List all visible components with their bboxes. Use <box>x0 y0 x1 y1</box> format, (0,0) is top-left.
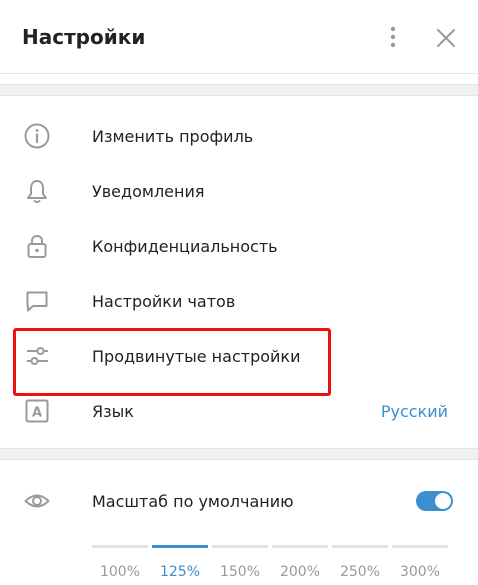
language-value: Русский <box>380 402 448 421</box>
default-zoom-row: Масштаб по умолчанию <box>0 474 478 529</box>
default-zoom-toggle[interactable] <box>416 491 453 511</box>
menu-item-edit-profile[interactable]: Изменить профиль <box>0 109 478 164</box>
zoom-option-label[interactable]: 100% <box>92 564 148 580</box>
info-icon <box>23 122 51 150</box>
menu-item-chat-settings[interactable]: Настройки чатов <box>0 274 478 329</box>
zoom-segment[interactable] <box>332 545 388 548</box>
settings-header: Настройки <box>0 0 478 74</box>
menu-item-label: Продвинутые настройки <box>92 347 301 366</box>
menu-item-label: Конфиденциальность <box>92 237 278 256</box>
zoom-segment[interactable] <box>152 545 208 548</box>
bell-icon <box>23 177 51 205</box>
zoom-option-label[interactable]: 250% <box>332 564 388 580</box>
eye-icon <box>23 487 51 515</box>
menu-item-notifications[interactable]: Уведомления <box>0 164 478 219</box>
default-zoom-label: Масштаб по умолчанию <box>92 492 294 511</box>
menu-item-language[interactable]: A Язык Русский <box>0 384 478 439</box>
menu-item-label: Настройки чатов <box>92 292 236 311</box>
page-title: Настройки <box>22 25 146 49</box>
menu-item-advanced-settings[interactable]: Продвинутые настройки <box>0 329 478 384</box>
more-options-icon[interactable] <box>381 24 405 50</box>
zoom-option-label[interactable]: 300% <box>392 564 448 580</box>
toggle-knob <box>435 493 451 509</box>
zoom-segment[interactable] <box>272 545 328 548</box>
lock-icon <box>23 232 51 260</box>
language-icon: A <box>23 397 51 425</box>
menu-item-privacy[interactable]: Конфиденциальность <box>0 219 478 274</box>
menu-item-label: Уведомления <box>92 182 205 201</box>
sliders-icon <box>23 342 51 370</box>
menu-item-label: Язык <box>92 402 134 421</box>
zoom-option-label[interactable]: 125% <box>152 564 208 580</box>
zoom-segment[interactable] <box>92 545 148 548</box>
zoom-segment[interactable] <box>212 545 268 548</box>
chat-bubble-icon <box>23 287 51 315</box>
zoom-option-label[interactable]: 150% <box>212 564 268 580</box>
menu-item-label: Изменить профиль <box>92 127 254 146</box>
close-icon[interactable] <box>432 24 460 52</box>
section-divider <box>0 448 478 460</box>
svg-text:A: A <box>32 406 42 421</box>
zoom-scale-slider[interactable]: 100% 125% 150% 200% 250% 300% <box>92 545 452 585</box>
zoom-option-label[interactable]: 200% <box>272 564 328 580</box>
section-divider <box>0 84 478 96</box>
zoom-segment[interactable] <box>392 545 448 548</box>
